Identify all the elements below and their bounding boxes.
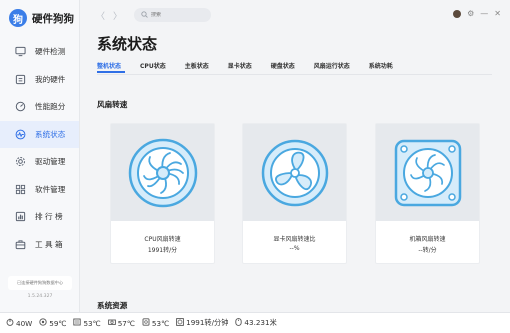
sidebar-item-label: 性能跑分 xyxy=(35,102,66,112)
cpu-fan-icon xyxy=(128,138,197,207)
sidebar-item-system-status[interactable]: 系统状态 xyxy=(0,120,79,148)
history-nav: 〈 〉 xyxy=(96,9,122,22)
tab-board-status[interactable]: 主板状态 xyxy=(185,61,209,70)
sidebar-item-software-manager[interactable]: 软件管理 xyxy=(0,176,79,204)
gear-icon xyxy=(14,156,26,168)
sidebar: 狗 硬件狗狗 硬件检测 我的硬件 性能跑分 系统状态 驱动管理 软件管理 排 行… xyxy=(0,0,80,312)
brand: 狗 硬件狗狗 xyxy=(0,0,79,36)
cpu-temp-icon xyxy=(39,318,47,328)
app-name: 硬件狗狗 xyxy=(32,12,74,25)
gpu-fan-icon xyxy=(261,139,328,206)
active-tab-indicator xyxy=(97,71,125,73)
status-bar: 40W 59℃ 53℃ 57℃ 53℃ 1991转/分钟 43.231米 xyxy=(0,312,510,333)
sidebar-item-label: 排 行 榜 xyxy=(35,212,63,222)
ranking-icon xyxy=(14,211,26,223)
power-icon xyxy=(6,318,14,328)
status-value: 53℃ xyxy=(151,318,170,328)
fan-value: 1991转/分 xyxy=(147,247,178,254)
page-title: 系统状态 xyxy=(97,35,158,53)
fan-value: --% xyxy=(289,245,300,252)
tab-gpu-status[interactable]: 显卡状态 xyxy=(228,61,252,70)
app-logo-icon: 狗 xyxy=(9,9,27,27)
status-value: 59℃ xyxy=(49,318,67,328)
monitor-icon xyxy=(14,46,26,58)
tab-cpu-status[interactable]: CPU状态 xyxy=(140,61,166,70)
fan-card-case: 机箱风扇转速 --转/分 xyxy=(375,123,480,264)
topbar: 〈 〉 ⚙ — ✕ xyxy=(80,0,510,30)
status-value: 1991转/分钟 xyxy=(186,318,229,327)
window-controls: ⚙ — ✕ xyxy=(453,9,501,18)
mouse-icon xyxy=(235,318,243,328)
fan-card-cpu: CPU风扇转速 1991转/分 xyxy=(110,123,215,264)
fan-name: 机箱风扇转速 xyxy=(409,236,446,243)
tab-overall-status[interactable]: 整机状态 xyxy=(97,61,121,70)
status-power: 40W xyxy=(6,318,32,328)
sidebar-item-my-hardware[interactable]: 我的硬件 xyxy=(0,66,79,94)
search-input[interactable] xyxy=(151,12,207,18)
sidebar-item-label: 系统状态 xyxy=(35,129,66,139)
fan-illustration xyxy=(243,124,346,221)
fan-card-gpu: 显卡风扇转速比 --% xyxy=(242,123,347,264)
section-title-system-resources: 系统资源 xyxy=(97,301,128,310)
sidebar-item-label: 硬件检测 xyxy=(35,47,66,57)
status-mouse-distance: 43.231米 xyxy=(235,318,277,328)
toolbox-icon xyxy=(14,238,26,250)
fan-name: CPU风扇转速 xyxy=(144,236,181,243)
tabs-divider xyxy=(97,74,492,75)
tab-disk-status[interactable]: 硬盘状态 xyxy=(271,61,295,70)
avatar[interactable] xyxy=(453,9,462,18)
section-title-fan-speed: 风扇转速 xyxy=(97,100,128,109)
status-fan-speed: 1991转/分钟 xyxy=(176,318,228,328)
sidebar-item-label: 我的硬件 xyxy=(35,74,66,84)
fan-name: 显卡风扇转速比 xyxy=(273,236,316,243)
logo-glyph: 狗 xyxy=(13,14,23,26)
sidebar-item-label: 工 具 箱 xyxy=(35,239,63,249)
pulse-icon xyxy=(14,128,26,140)
fan-value: --转/分 xyxy=(418,247,437,254)
grid-icon xyxy=(14,183,26,195)
sidebar-item-label: 驱动管理 xyxy=(35,157,66,167)
status-value: 40W xyxy=(16,318,33,328)
minimize-button[interactable]: — xyxy=(480,9,488,18)
sidebar-item-toolbox[interactable]: 工 具 箱 xyxy=(0,231,79,259)
search-box[interactable] xyxy=(134,8,211,22)
status-disk-temp: 53℃ xyxy=(142,318,169,328)
main-content: 系统状态 整机状态 CPU状态 主板状态 显卡状态 硬盘状态 风扇运行状态 系统… xyxy=(80,30,510,312)
back-button[interactable]: 〈 xyxy=(96,9,105,22)
sidebar-item-label: 软件管理 xyxy=(35,184,66,194)
sidebar-item-driver-manager[interactable]: 驱动管理 xyxy=(0,148,79,176)
sidebar-nav: 硬件检测 我的硬件 性能跑分 系统状态 驱动管理 软件管理 排 行 榜 工 具 … xyxy=(0,38,79,258)
status-cpu-temp: 59℃ xyxy=(39,318,66,328)
version-label: 1.5.24.327 xyxy=(27,294,53,299)
data-center-banner[interactable]: 已连接硬件狗狗数据中心 xyxy=(8,276,72,290)
hardware-list-icon xyxy=(14,73,26,85)
sidebar-item-hardware-detect[interactable]: 硬件检测 xyxy=(0,38,79,66)
status-tabs: 整机状态 CPU状态 主板状态 显卡状态 硬盘状态 风扇运行状态 系统功耗 xyxy=(97,61,412,70)
fan-illustration xyxy=(111,124,214,221)
settings-button[interactable]: ⚙ xyxy=(467,9,474,18)
fan-icon xyxy=(176,318,184,328)
status-value: 57℃ xyxy=(117,318,135,328)
status-value: 43.231米 xyxy=(244,318,277,327)
search-icon xyxy=(141,10,148,20)
speedometer-icon xyxy=(14,101,26,113)
case-fan-icon xyxy=(394,139,461,206)
status-board-temp: 53℃ xyxy=(73,318,101,328)
fan-illustration xyxy=(376,124,479,221)
sidebar-item-benchmark[interactable]: 性能跑分 xyxy=(0,93,79,121)
close-button[interactable]: ✕ xyxy=(494,9,501,18)
gpu-temp-icon xyxy=(107,318,116,328)
status-gpu-temp: 57℃ xyxy=(107,318,135,328)
forward-button[interactable]: 〉 xyxy=(113,9,122,22)
board-temp-icon xyxy=(73,318,82,328)
status-value: 53℃ xyxy=(83,318,101,328)
sidebar-item-ranking[interactable]: 排 行 榜 xyxy=(0,203,79,231)
tab-fan-status[interactable]: 风扇运行状态 xyxy=(314,61,350,70)
tab-power[interactable]: 系统功耗 xyxy=(369,61,393,70)
disk-temp-icon xyxy=(142,318,150,328)
